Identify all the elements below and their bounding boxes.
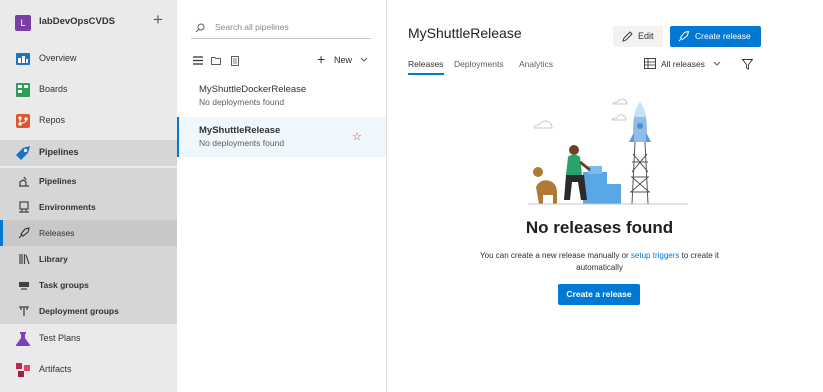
release-filter-dropdown[interactable]: All releases bbox=[661, 59, 705, 69]
pipelines-icon bbox=[16, 146, 30, 160]
empty-desc-text: You can create a new release manually or bbox=[480, 251, 631, 260]
nav-label-sub-pipelines: Pipelines bbox=[39, 176, 77, 186]
nav-subitem-library[interactable]: Library bbox=[0, 246, 177, 272]
add-icon[interactable]: + bbox=[153, 11, 163, 28]
test-plans-icon bbox=[16, 332, 30, 346]
folder-view-icon[interactable] bbox=[211, 56, 221, 65]
setup-triggers-link[interactable]: setup triggers bbox=[631, 251, 679, 260]
edit-label: Edit bbox=[638, 31, 654, 41]
releases-rocket-icon bbox=[18, 227, 30, 239]
plus-icon: + bbox=[317, 51, 326, 67]
edit-button[interactable]: Edit bbox=[613, 26, 663, 47]
nav-label-environments: Environments bbox=[39, 202, 96, 212]
chevron-down-icon[interactable] bbox=[713, 61, 721, 67]
artifacts-icon bbox=[16, 363, 30, 377]
pipeline-status: No deployments found bbox=[199, 138, 285, 148]
active-tab-indicator bbox=[408, 73, 444, 75]
nav-subitem-environments[interactable]: Environments bbox=[0, 194, 177, 220]
left-navigation: L labDevOpsCVDS + Overview Boards Repos … bbox=[0, 0, 177, 392]
create-a-release-button[interactable]: Create a release bbox=[558, 284, 640, 305]
org-name[interactable]: labDevOpsCVDS bbox=[39, 16, 115, 27]
chevron-down-icon bbox=[360, 57, 368, 62]
empty-state-title: No releases found bbox=[525, 218, 674, 237]
deployment-groups-icon bbox=[19, 306, 29, 316]
nav-subitem-releases[interactable]: Releases bbox=[0, 220, 177, 246]
boards-icon bbox=[16, 83, 30, 97]
pipeline-rocket-icon bbox=[19, 176, 29, 187]
create-release-label: Create release bbox=[695, 31, 751, 41]
nav-label-pipelines: Pipelines bbox=[39, 147, 79, 157]
pipeline-list-pane: Search all pipelines + New MyShuttleDock… bbox=[177, 0, 387, 392]
empty-state-illustration bbox=[528, 98, 688, 205]
org-header: L labDevOpsCVDS + bbox=[0, 0, 177, 44]
org-badge[interactable]: L bbox=[15, 15, 31, 31]
task-groups-icon bbox=[19, 282, 29, 290]
nav-label-artifacts: Artifacts bbox=[39, 364, 72, 374]
selected-indicator bbox=[0, 220, 3, 246]
draft-view-icon[interactable] bbox=[231, 55, 239, 66]
nav-item-overview[interactable]: Overview bbox=[0, 46, 177, 72]
favorite-star-icon[interactable]: ☆ bbox=[352, 130, 362, 143]
nav-label-repos: Repos bbox=[39, 115, 66, 125]
nav-label-deployment-groups: Deployment groups bbox=[39, 306, 119, 316]
empty-state-description: You can create a new release manually or… bbox=[459, 250, 740, 274]
new-button[interactable]: + New bbox=[317, 51, 369, 69]
tab-releases[interactable]: Releases bbox=[408, 59, 443, 69]
pipeline-search[interactable]: Search all pipelines bbox=[191, 18, 371, 39]
search-placeholder: Search all pipelines bbox=[215, 22, 289, 32]
environments-icon bbox=[19, 201, 29, 213]
pipeline-name: MyShuttleDockerRelease bbox=[199, 84, 307, 95]
nav-item-artifacts[interactable]: Artifacts bbox=[0, 357, 177, 383]
pipeline-list-item-selected[interactable]: MyShuttleRelease No deployments found ☆ bbox=[177, 117, 386, 157]
nav-item-boards[interactable]: Boards bbox=[0, 77, 177, 103]
selected-indicator bbox=[177, 117, 179, 157]
tab-deployments[interactable]: Deployments bbox=[454, 59, 504, 69]
page-title: MyShuttleRelease bbox=[408, 25, 522, 41]
pencil-icon bbox=[622, 31, 633, 42]
overview-icon bbox=[16, 53, 30, 65]
repos-icon bbox=[16, 114, 30, 128]
nav-label-test-plans: Test Plans bbox=[39, 333, 81, 343]
rocket-icon bbox=[678, 31, 689, 42]
nav-subitem-task-groups[interactable]: Task groups bbox=[0, 272, 177, 298]
nav-item-repos[interactable]: Repos bbox=[0, 108, 177, 134]
table-icon bbox=[644, 58, 656, 69]
tab-analytics[interactable]: Analytics bbox=[519, 59, 553, 69]
filter-icon[interactable] bbox=[742, 59, 753, 70]
nav-subitem-pipelines[interactable]: Pipelines bbox=[0, 168, 177, 194]
library-icon bbox=[19, 254, 30, 265]
nav-label-library: Library bbox=[39, 254, 68, 264]
list-view-icon[interactable] bbox=[193, 56, 203, 65]
nav-label-releases: Releases bbox=[39, 228, 75, 238]
new-label: New bbox=[334, 55, 353, 65]
search-icon bbox=[195, 23, 205, 33]
nav-subitem-deployment-groups[interactable]: Deployment groups bbox=[0, 298, 177, 324]
nav-item-test-plans[interactable]: Test Plans bbox=[0, 326, 177, 352]
nav-label-overview: Overview bbox=[39, 53, 77, 63]
pipeline-name: MyShuttleRelease bbox=[199, 125, 281, 136]
pipeline-list-item[interactable]: MyShuttleDockerRelease No deployments fo… bbox=[177, 76, 386, 116]
create-release-button[interactable]: Create release bbox=[670, 26, 761, 47]
pipeline-status: No deployments found bbox=[199, 97, 285, 107]
nav-label-task-groups: Task groups bbox=[39, 280, 89, 290]
nav-label-boards: Boards bbox=[39, 84, 68, 94]
nav-item-pipelines[interactable]: Pipelines bbox=[0, 140, 177, 166]
